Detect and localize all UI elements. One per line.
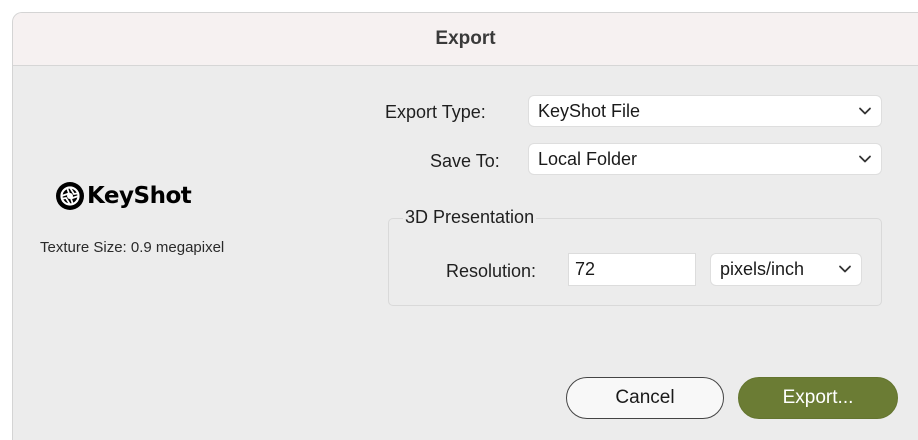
export-dialog: Export KeyShot Texture Size: 0.9 megapix… (12, 12, 918, 440)
dialog-title: Export (435, 28, 496, 49)
export-button[interactable]: Export... (738, 377, 898, 419)
resolution-input[interactable]: 72 (568, 253, 696, 286)
export-type-value: KeyShot File (538, 101, 641, 121)
chevron-down-icon (839, 265, 851, 273)
resolution-unit-select[interactable]: pixels/inch (710, 253, 862, 286)
resolution-label: Resolution: (446, 261, 537, 281)
resolution-value: 72 (575, 259, 596, 279)
chevron-down-icon (859, 155, 871, 163)
cancel-button[interactable]: Cancel (566, 377, 724, 419)
save-to-value: Local Folder (538, 149, 638, 169)
keyshot-logo-icon (56, 182, 84, 210)
logo-wordmark: KeyShot (87, 183, 192, 209)
title-bar: Export (13, 13, 918, 66)
export-type-label: Export Type: (385, 102, 486, 122)
presentation-group-title: 3D Presentation (403, 207, 537, 228)
save-to-select[interactable]: Local Folder (528, 143, 882, 175)
resolution-unit-value: pixels/inch (720, 259, 805, 279)
texture-size-label: Texture Size: 0.9 megapixel (40, 239, 225, 256)
keyshot-logo: KeyShot (55, 179, 192, 213)
save-to-label: Save To: (430, 151, 500, 171)
chevron-down-icon (859, 107, 871, 115)
export-type-select[interactable]: KeyShot File (528, 95, 882, 127)
